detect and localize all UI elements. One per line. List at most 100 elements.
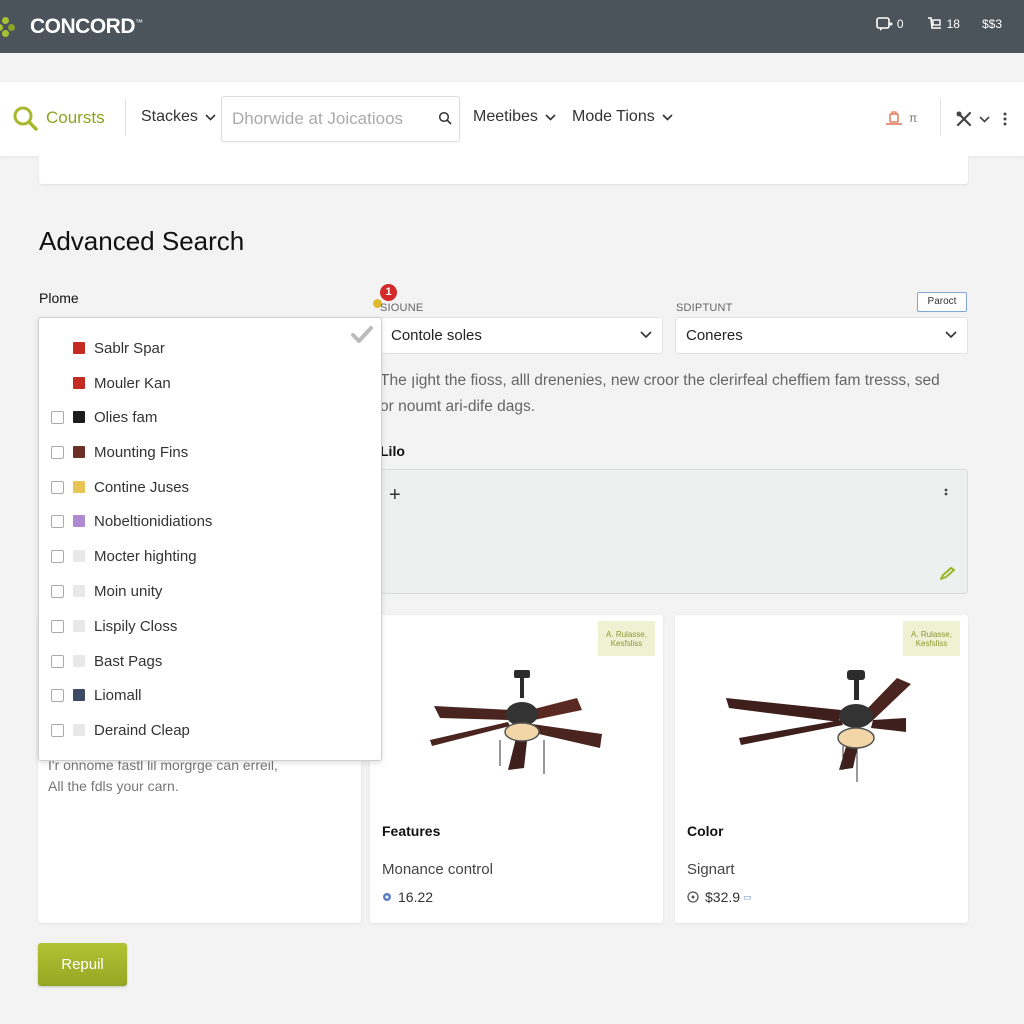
color-swatch xyxy=(73,550,85,562)
filter-checkbox[interactable] xyxy=(51,619,64,633)
nav-divider xyxy=(125,98,126,136)
cart-icon xyxy=(927,17,941,29)
filter-option-label: Contine Juses xyxy=(94,478,190,496)
color-swatch xyxy=(73,585,85,597)
primary-action-button[interactable]: Repuil xyxy=(38,943,127,986)
product-card-color[interactable]: A. Rulasse, Kesfsliss Color Signart $32.… xyxy=(675,615,968,923)
filter-option[interactable]: Moin unity xyxy=(51,581,162,601)
more-icon[interactable] xyxy=(944,488,948,500)
product-price: $32.9 ▭ xyxy=(687,889,752,905)
filter-option[interactable]: Bast Pags xyxy=(51,651,162,671)
filter-option[interactable]: Mouler Kan xyxy=(51,373,171,393)
product-subtitle: Signart xyxy=(687,861,735,878)
search-box[interactable] xyxy=(221,96,460,142)
color-swatch xyxy=(73,411,85,423)
filter-checkbox[interactable] xyxy=(51,549,64,563)
cart-count: 18 xyxy=(946,17,960,31)
nav-stacks-dropdown[interactable]: Stackes xyxy=(141,108,216,126)
color-swatch xyxy=(73,377,85,389)
product-card-features[interactable]: A. Rulasse, Kesfsliss Features Monance c… xyxy=(370,615,663,923)
color-swatch xyxy=(73,724,85,736)
filter-option-label: Sablr Spar xyxy=(94,339,165,357)
nav-bag-button[interactable]: π xyxy=(883,110,917,126)
currency-label: $$3 xyxy=(981,17,1002,31)
reset-button[interactable]: Paroct xyxy=(917,292,967,312)
filter-checkbox[interactable] xyxy=(51,480,64,494)
second-select-value: Coneres xyxy=(686,327,743,344)
filter-option[interactable]: Deraind Cleap xyxy=(51,720,190,740)
filter-option[interactable]: Lispily Closs xyxy=(51,616,177,636)
brand-name: CONCORD™ xyxy=(30,15,143,38)
color-swatch xyxy=(73,446,85,458)
lilo-panel[interactable]: + xyxy=(380,469,968,594)
filter-option[interactable]: Liomall xyxy=(51,685,142,705)
top-bar: CONCORD™ 0 18 $$3 xyxy=(0,0,1024,53)
chevron-down-icon xyxy=(205,113,216,121)
nav-mode-tions-label: Mode Tions xyxy=(572,108,655,125)
filter-option[interactable]: Olies fam xyxy=(51,407,157,427)
nav-meetibes-dropdown[interactable]: Meetibes xyxy=(473,108,556,126)
filter-checkbox[interactable] xyxy=(51,654,64,668)
filter-checkbox[interactable] xyxy=(51,445,64,459)
currency-button[interactable]: $$3 xyxy=(982,16,1002,32)
nav-courses[interactable]: Coursts xyxy=(12,105,105,131)
filter-option-label: Mounting Fins xyxy=(94,443,189,461)
color-swatch xyxy=(73,481,85,493)
tools-icon xyxy=(956,111,972,127)
filter-option-label: Nobeltionidiations xyxy=(94,512,213,530)
color-swatch xyxy=(73,515,85,527)
color-swatch xyxy=(73,620,85,632)
filter-option-label: Moin unity xyxy=(94,582,163,600)
filter-option[interactable]: Mocter highting xyxy=(51,546,197,566)
filter-dropdown[interactable]: Sablr Spar Mouler Kan Olies fam Mounting Fi… xyxy=(38,317,382,761)
more-icon xyxy=(1003,112,1007,126)
cart-button[interactable]: 18 xyxy=(926,16,960,32)
edit-icon[interactable] xyxy=(939,567,955,581)
product-value-text: 16.22 xyxy=(398,889,434,905)
filter-option[interactable]: Contine Juses xyxy=(51,477,189,497)
product-subtitle: Monance control xyxy=(382,861,493,878)
previous-panel xyxy=(39,156,968,184)
color-swatch xyxy=(73,689,85,701)
filter-option-label: Bast Pags xyxy=(94,652,163,670)
search-icon[interactable] xyxy=(438,111,452,125)
product-heading: Color xyxy=(687,823,724,839)
messages-count: 0 xyxy=(896,17,904,31)
search-input[interactable] xyxy=(232,109,432,129)
filter-checkbox[interactable] xyxy=(51,514,64,528)
filter-option[interactable]: Sablr Spar xyxy=(51,338,165,358)
ceiling-fan-image xyxy=(430,670,602,774)
filter-option[interactable]: Nobeltionidiations xyxy=(51,511,212,531)
chevron-down-icon xyxy=(545,113,556,121)
coin-icon xyxy=(687,891,699,903)
second-select[interactable]: Coneres xyxy=(675,317,968,354)
first-select[interactable]: Contole soles xyxy=(380,317,663,354)
nav-bag-label: π xyxy=(909,111,918,125)
nav-mode-tions-dropdown[interactable]: Mode Tions xyxy=(572,108,673,126)
filter-checkbox[interactable] xyxy=(51,410,64,424)
ceiling-fan-image xyxy=(726,670,911,782)
filter-checkbox[interactable] xyxy=(51,688,64,702)
product-tag: A. Rulasse, Kesfsliss xyxy=(598,621,655,656)
messages-button[interactable]: 0 xyxy=(876,16,904,32)
add-icon[interactable]: + xyxy=(389,484,401,507)
chevron-down-icon xyxy=(640,331,652,339)
filter-option-label: Mocter highting xyxy=(94,547,197,565)
nav-divider xyxy=(940,98,941,136)
brand-logo[interactable]: CONCORD™ xyxy=(0,12,143,42)
filter-checkbox[interactable] xyxy=(51,723,64,737)
chevron-down-icon xyxy=(979,115,990,123)
price-tag-icon: ▭ xyxy=(743,891,752,902)
notification-badge: 1 xyxy=(380,284,397,301)
filter-checkbox[interactable] xyxy=(51,584,64,598)
filter-option[interactable]: Mounting Fins xyxy=(51,442,188,462)
product-price-text: $32.9 xyxy=(705,889,741,905)
color-swatch xyxy=(73,655,85,667)
product-value: 16.22 xyxy=(382,889,433,905)
chevron-down-icon xyxy=(945,331,957,339)
second-select-label: SDIPTUNT xyxy=(676,302,733,314)
filter-label: Plome xyxy=(39,290,79,306)
filter-option-label: Deraind Cleap xyxy=(94,721,190,739)
checkmark-icon[interactable] xyxy=(350,325,374,345)
nav-tools-dropdown[interactable] xyxy=(955,110,1008,128)
